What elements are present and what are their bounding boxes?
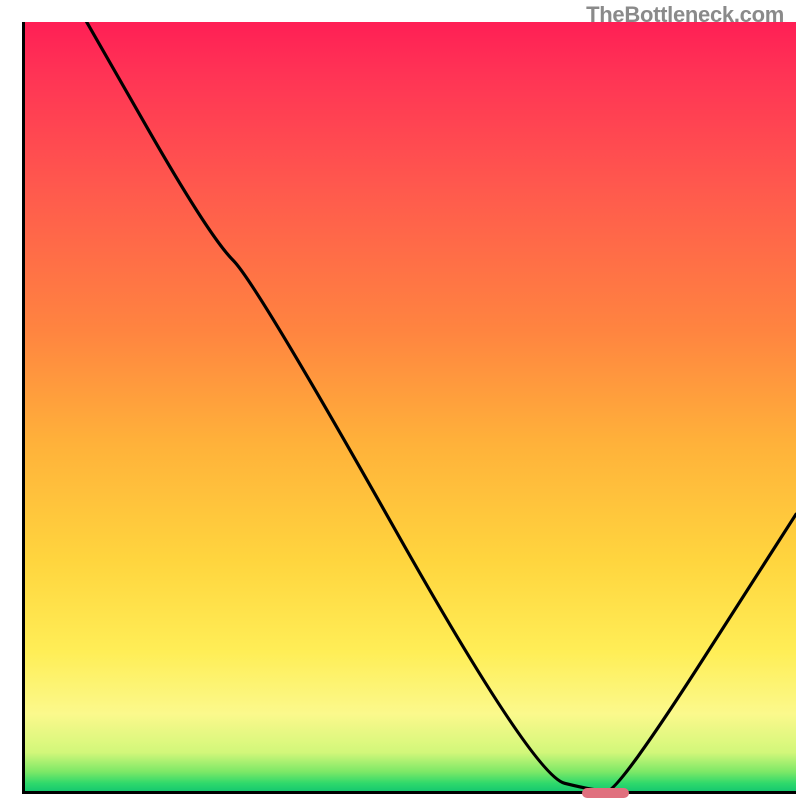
chart-container: TheBottleneck.com: [0, 0, 800, 800]
curve-path: [87, 22, 796, 791]
watermark-text: TheBottleneck.com: [586, 2, 784, 28]
bottleneck-curve: [25, 22, 796, 791]
optimal-zone-marker: [582, 788, 628, 798]
plot-area: [22, 22, 796, 794]
